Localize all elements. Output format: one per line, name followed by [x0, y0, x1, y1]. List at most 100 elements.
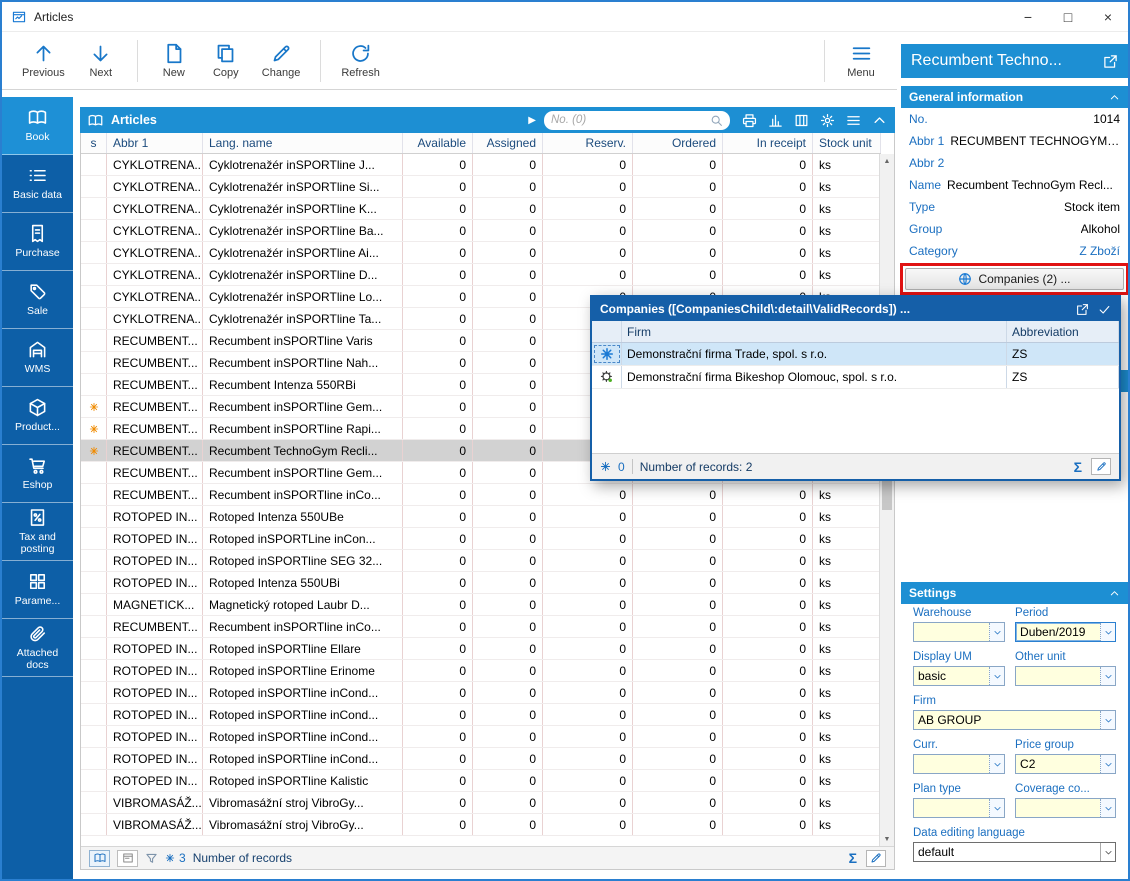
print-icon[interactable]	[742, 113, 757, 128]
table-row[interactable]: ROTOPED IN...Rotoped inSPORTline inCond.…	[81, 682, 881, 704]
plan-type-combo[interactable]	[913, 798, 1005, 818]
column-header-ordered[interactable]: Ordered	[633, 133, 723, 153]
column-header-assigned[interactable]: Assigned	[473, 133, 543, 153]
menu-button[interactable]: Menu	[837, 39, 885, 83]
combo-dropdown-button[interactable]	[989, 755, 1004, 773]
table-row[interactable]: ROTOPED IN...Rotoped Intenza 550UBi00000…	[81, 572, 881, 594]
form-view-button[interactable]	[117, 850, 138, 867]
table-row[interactable]: CYKLOTRENA...Cyklotrenažér inSPORTline B…	[81, 220, 881, 242]
price-group-combo[interactable]: C2	[1015, 754, 1116, 774]
combo-dropdown-button[interactable]	[989, 667, 1004, 685]
column-header-stock-unit[interactable]: Stock unit	[813, 133, 881, 153]
table-row[interactable]: ROTOPED IN...Rotoped inSPORTLine inCon..…	[81, 528, 881, 550]
combo-dropdown-button[interactable]	[1100, 799, 1115, 817]
column-header-s[interactable]: s	[81, 133, 107, 153]
coverage-co-combo[interactable]	[1015, 798, 1116, 818]
popup-row[interactable]: Demonstrační firma Trade, spol. s r.o.ZS	[592, 343, 1119, 366]
sidebar-item-tax-and-posting[interactable]: Tax and posting	[2, 503, 73, 561]
search-input[interactable]	[551, 114, 706, 126]
combo-dropdown-button[interactable]	[989, 623, 1004, 641]
titlebar[interactable]: Articles − □ ×	[2, 2, 1128, 32]
table-row[interactable]: ROTOPED IN...Rotoped inSPORTline inCond.…	[81, 726, 881, 748]
sidebar-item-basic-data[interactable]: Basic data	[2, 155, 73, 213]
column-header-abbr-1[interactable]: Abbr 1	[107, 133, 203, 153]
edit-button[interactable]	[866, 850, 886, 867]
popup-column-header-abbreviation[interactable]: Abbreviation	[1007, 321, 1119, 342]
browse-view-button[interactable]	[89, 850, 110, 867]
combo-dropdown-button[interactable]	[1100, 843, 1115, 861]
close-button[interactable]: ×	[1088, 2, 1128, 31]
warehouse-combo[interactable]	[913, 622, 1005, 642]
combo-dropdown-button[interactable]	[1100, 623, 1115, 641]
table-row[interactable]: VIBROMASÁŽ...Vibromasážní stroj VibroGy.…	[81, 792, 881, 814]
table-row[interactable]: ROTOPED IN...Rotoped inSPORTline Erinome…	[81, 660, 881, 682]
table-row[interactable]: CYKLOTRENA...Cyklotrenažér inSPORTline K…	[81, 198, 881, 220]
table-row[interactable]: ROTOPED IN...Rotoped inSPORTline SEG 32.…	[81, 550, 881, 572]
combo-dropdown-button[interactable]	[1100, 711, 1115, 729]
search-box[interactable]	[544, 111, 730, 130]
grid-menu-icon[interactable]	[846, 113, 861, 128]
table-row[interactable]: RECUMBENT...Recumbent inSPORTline inCo..…	[81, 616, 881, 638]
sidebar-item-purchase[interactable]: Purchase	[2, 213, 73, 271]
table-row[interactable]: MAGNETICK...Magnetický rotoped Laubr D..…	[81, 594, 881, 616]
table-row[interactable]: RECUMBENT...Recumbent inSPORTline inCo..…	[81, 484, 881, 506]
sidebar-item-parame[interactable]: Parame...	[2, 561, 73, 619]
popup-row[interactable]: Demonstrační firma Bikeshop Olomouc, spo…	[592, 366, 1119, 389]
next-button[interactable]: Next	[77, 39, 125, 83]
table-row[interactable]: CYKLOTRENA...Cyklotrenažér inSPORTline A…	[81, 242, 881, 264]
popup-column-header-item[interactable]	[592, 321, 622, 342]
refresh-button[interactable]: Refresh	[333, 39, 388, 83]
table-row[interactable]: ROTOPED IN...Rotoped inSPORTline inCond.…	[81, 704, 881, 726]
firm-combo[interactable]: AB GROUP	[913, 710, 1116, 730]
sidebar-item-attached-docs[interactable]: Attached docs	[2, 619, 73, 677]
sidebar-item-eshop[interactable]: Eshop	[2, 445, 73, 503]
table-row[interactable]: ROTOPED IN...Rotoped inSPORTline inCond.…	[81, 748, 881, 770]
copy-button[interactable]: Copy	[202, 39, 250, 83]
popup-confirm-icon[interactable]	[1098, 303, 1111, 316]
chart-icon[interactable]	[768, 113, 783, 128]
collapse-grid-icon[interactable]	[872, 113, 887, 128]
general-information-header[interactable]: General information	[901, 86, 1128, 108]
play-icon[interactable]: ▶	[528, 115, 536, 126]
table-row[interactable]: ROTOPED IN...Rotoped inSPORTline Ellare0…	[81, 638, 881, 660]
scroll-up-button[interactable]: ▲	[880, 154, 894, 168]
previous-button[interactable]: Previous	[14, 39, 73, 83]
period-combo[interactable]: Duben/2019	[1015, 622, 1116, 642]
vertical-scrollbar[interactable]: ▲ ▼	[879, 154, 894, 846]
collapse-icon[interactable]	[1109, 588, 1120, 599]
gear-icon[interactable]	[820, 113, 835, 128]
column-header-reserv[interactable]: Reserv.	[543, 133, 633, 153]
minimize-button[interactable]: −	[1008, 2, 1048, 31]
combo-dropdown-button[interactable]	[989, 799, 1004, 817]
sidebar-item-wms[interactable]: WMS	[2, 329, 73, 387]
column-header-available[interactable]: Available	[403, 133, 473, 153]
data-editing-language-combo[interactable]: default	[913, 842, 1116, 862]
change-button[interactable]: Change	[254, 39, 309, 83]
popup-sum-icon[interactable]: Σ	[1074, 459, 1082, 475]
sidebar-item-sale[interactable]: Sale	[2, 271, 73, 329]
table-row[interactable]: ROTOPED IN...Rotoped Intenza 550UBe00000…	[81, 506, 881, 528]
combo-dropdown-button[interactable]	[1100, 755, 1115, 773]
filter-icon[interactable]	[145, 852, 158, 865]
table-row[interactable]: VIBROMASÁŽ...Vibromasážní stroj VibroGy.…	[81, 814, 881, 836]
table-row[interactable]: CYKLOTRENA...Cyklotrenažér inSPORTline S…	[81, 176, 881, 198]
other-unit-combo[interactable]	[1015, 666, 1116, 686]
collapse-icon[interactable]	[1109, 92, 1120, 103]
open-detail-icon[interactable]	[1103, 54, 1118, 69]
columns-icon[interactable]	[794, 113, 809, 128]
companies-button[interactable]: Companies (2) ...	[905, 268, 1124, 290]
column-header-in-receipt[interactable]: In receipt	[723, 133, 813, 153]
sidebar-item-product[interactable]: Product...	[2, 387, 73, 445]
curr-combo[interactable]	[913, 754, 1005, 774]
sum-icon[interactable]: Σ	[849, 850, 857, 866]
popup-column-header-firm[interactable]: Firm	[622, 321, 1007, 342]
table-row[interactable]: ROTOPED IN...Rotoped inSPORTline Kalisti…	[81, 770, 881, 792]
popup-edit-button[interactable]	[1091, 458, 1111, 475]
field-value[interactable]: Z Zboží	[1079, 244, 1120, 258]
popup-titlebar[interactable]: Companies ([CompaniesChild\:detail\Valid…	[592, 297, 1119, 321]
display-um-combo[interactable]: basic	[913, 666, 1005, 686]
table-row[interactable]: CYKLOTRENA...Cyklotrenažér inSPORTline J…	[81, 154, 881, 176]
table-row[interactable]: CYKLOTRENA...Cyklotrenažér inSPORTline D…	[81, 264, 881, 286]
new-button[interactable]: New	[150, 39, 198, 83]
popup-open-icon[interactable]	[1076, 303, 1089, 316]
